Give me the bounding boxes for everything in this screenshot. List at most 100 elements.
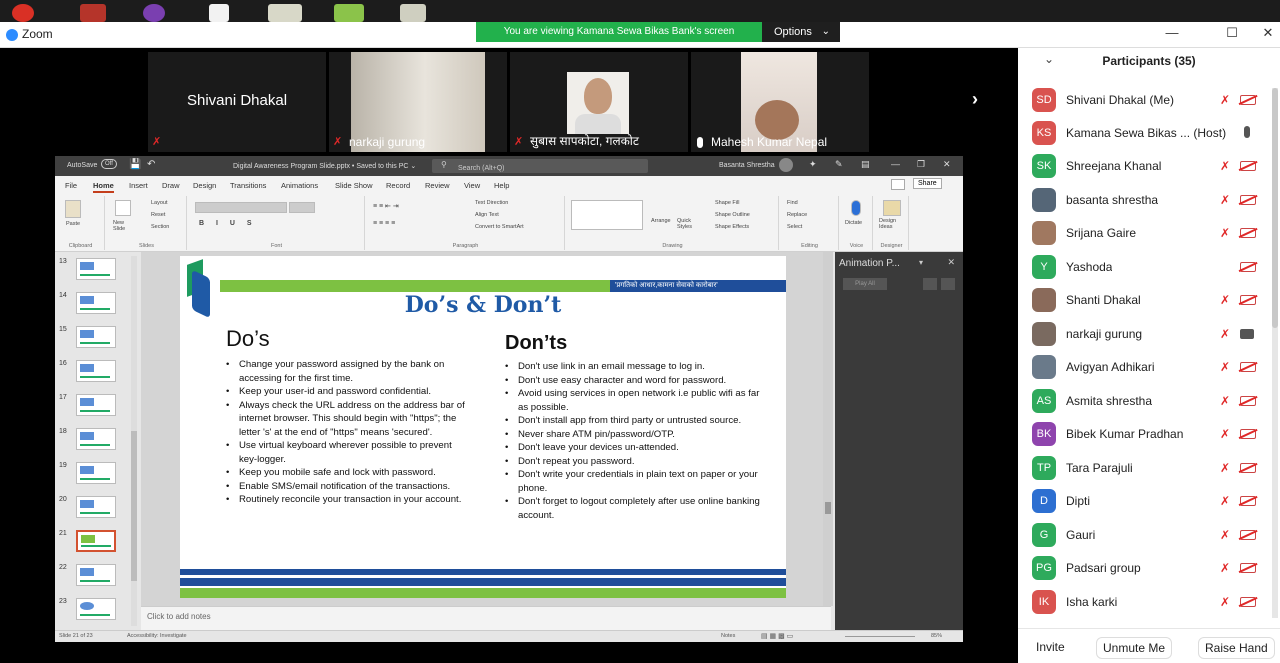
zoom-level[interactable]: 85% — [931, 633, 942, 639]
menu-file[interactable]: File — [65, 181, 77, 190]
play-all-button[interactable]: Play All — [843, 278, 887, 290]
video-tile[interactable]: ✗ narkaji gurung — [329, 52, 507, 152]
pen-icon[interactable]: ✎ — [835, 159, 843, 170]
arrange-button[interactable]: Arrange — [651, 218, 671, 224]
slide-thumbnail[interactable] — [76, 462, 116, 484]
chevron-down-icon[interactable]: ▾ — [919, 258, 923, 267]
participant-row[interactable]: basanta shrestha ✗ — [1018, 184, 1280, 217]
ppt-search-input[interactable]: ⚲ Search (Alt+Q) — [432, 159, 648, 173]
menu-help[interactable]: Help — [494, 181, 509, 190]
participant-row[interactable]: IK Isha karki ✗ — [1018, 586, 1280, 619]
new-slide-icon[interactable] — [115, 200, 131, 216]
accessibility-status[interactable]: Accessibility: Investigate — [127, 633, 187, 639]
participant-row[interactable]: SD Shivani Dhakal (Me) ✗ — [1018, 84, 1280, 117]
video-tile[interactable]: Mahesh Kumar Nepal — [691, 52, 869, 152]
participant-row[interactable]: Srijana Gaire ✗ — [1018, 217, 1280, 250]
menu-design[interactable]: Design — [193, 181, 216, 190]
ppt-filename[interactable]: Digital Awareness Program Slide.pptx • S… — [233, 162, 416, 170]
text-direction-button[interactable]: Text Direction — [475, 200, 508, 206]
notes-input[interactable]: Click to add notes — [141, 606, 831, 630]
menu-transitions[interactable]: Transitions — [230, 181, 266, 190]
section-button[interactable]: Section — [151, 224, 169, 230]
paste-icon[interactable] — [65, 200, 81, 218]
menu-home[interactable]: Home — [93, 181, 114, 193]
ribbon-display-icon[interactable]: ▤ — [861, 159, 870, 170]
slide-thumbnail[interactable] — [76, 394, 116, 416]
maximize-icon[interactable]: ☐ — [1222, 25, 1242, 41]
raise-hand-button[interactable]: Raise Hand — [1198, 637, 1275, 659]
shapes-gallery[interactable] — [571, 200, 643, 230]
move-down-button[interactable] — [941, 278, 955, 290]
select-button[interactable]: Select — [787, 224, 802, 230]
find-button[interactable]: Find — [787, 200, 798, 206]
invite-button[interactable]: Invite — [1030, 637, 1071, 657]
slide-thumbnail-selected[interactable] — [76, 530, 116, 552]
participants-scrollbar[interactable] — [1272, 88, 1278, 618]
close-icon[interactable]: ✕ — [943, 159, 951, 170]
minimize-icon[interactable]: — — [1162, 25, 1182, 40]
close-icon[interactable]: ✕ — [1258, 25, 1278, 41]
view-options-button[interactable]: Options ⌄ — [762, 22, 840, 42]
menu-record[interactable]: Record — [386, 181, 410, 190]
file-icon[interactable] — [400, 4, 426, 22]
shape-outline-button[interactable]: Shape Outline — [715, 212, 750, 218]
align-icons[interactable]: ≡ ≡ ≡ ≡ — [373, 220, 395, 227]
chevron-right-icon[interactable]: › — [972, 89, 978, 110]
document-icon[interactable] — [209, 4, 229, 22]
slide-thumbnail[interactable] — [76, 292, 116, 314]
menu-review[interactable]: Review — [425, 181, 450, 190]
participant-row[interactable]: TP Tara Parajuli ✗ — [1018, 452, 1280, 485]
microphone-icon[interactable] — [851, 200, 861, 216]
user-avatar[interactable] — [779, 158, 793, 172]
slide-thumbnail[interactable] — [76, 496, 116, 518]
reset-button[interactable]: Reset — [151, 212, 165, 218]
shape-effects-button[interactable]: Shape Effects — [715, 224, 749, 230]
video-tile[interactable]: ✗ सुबास सापकोटा, गलकोट — [510, 52, 688, 152]
minimize-icon[interactable]: — — [891, 159, 900, 169]
slide-thumbnail[interactable] — [76, 360, 116, 382]
menu-animations[interactable]: Animations — [281, 181, 318, 190]
current-slide[interactable]: 'प्रगतिको आधार,कामना सेवाको कारोबार' Do’… — [180, 256, 786, 598]
participant-row[interactable]: Shanti Dhakal ✗ — [1018, 284, 1280, 317]
app-icon[interactable] — [143, 4, 165, 22]
participant-row[interactable]: SK Shreejana Khanal ✗ — [1018, 150, 1280, 183]
menu-view[interactable]: View — [464, 181, 480, 190]
layout-button[interactable]: Layout — [151, 200, 168, 206]
participant-row[interactable]: Avigyan Adhikari ✗ — [1018, 351, 1280, 384]
menu-draw[interactable]: Draw — [162, 181, 180, 190]
comment-icon[interactable] — [891, 179, 905, 190]
thumbnails-scrollbar[interactable] — [131, 256, 137, 626]
slide-thumbnail[interactable] — [76, 598, 116, 620]
slide-thumbnail[interactable] — [76, 564, 116, 586]
chrome-icon[interactable] — [12, 4, 34, 22]
view-buttons[interactable]: ▤ ▦ ▩ ▭ — [761, 632, 793, 640]
participant-row[interactable]: AS Asmita shrestha ✗ — [1018, 385, 1280, 418]
share-button[interactable]: Share — [913, 178, 942, 189]
font-style-buttons[interactable]: B I U S — [199, 220, 257, 227]
image-icon[interactable] — [268, 4, 302, 22]
convert-smartart-button[interactable]: Convert to SmartArt — [475, 224, 524, 230]
slide-scrollbar[interactable] — [823, 252, 833, 606]
save-icon[interactable]: 💾 — [129, 159, 141, 170]
slide-thumbnail[interactable] — [76, 326, 116, 348]
move-up-button[interactable] — [923, 278, 937, 290]
archive-icon[interactable] — [80, 4, 106, 22]
undo-icon[interactable]: ↶ — [147, 159, 155, 170]
participant-row[interactable]: Y Yashoda — [1018, 251, 1280, 284]
font-size-select[interactable] — [289, 202, 315, 213]
close-icon[interactable]: ✕ — [947, 257, 955, 268]
slide-thumbnail[interactable] — [76, 428, 116, 450]
autosave-toggle[interactable]: Off — [101, 159, 117, 169]
list-icons[interactable]: ≡ ≡ ⇤ ⇥ — [373, 202, 399, 210]
cube-icon[interactable] — [334, 4, 364, 22]
restore-icon[interactable]: ❐ — [917, 159, 925, 170]
slide-thumbnail[interactable] — [76, 258, 116, 280]
unmute-me-button[interactable]: Unmute Me — [1096, 637, 1173, 659]
align-text-button[interactable]: Align Text — [475, 212, 499, 218]
participant-row[interactable]: KS Kamana Sewa Bikas ... (Host) — [1018, 117, 1280, 150]
participant-row[interactable]: narkaji gurung ✗ — [1018, 318, 1280, 351]
participant-row[interactable]: D Dipti ✗ — [1018, 485, 1280, 518]
zoom-slider[interactable] — [845, 636, 915, 637]
quick-styles-button[interactable]: Quick Styles — [677, 218, 701, 230]
participant-row[interactable]: G Gauri ✗ — [1018, 519, 1280, 552]
